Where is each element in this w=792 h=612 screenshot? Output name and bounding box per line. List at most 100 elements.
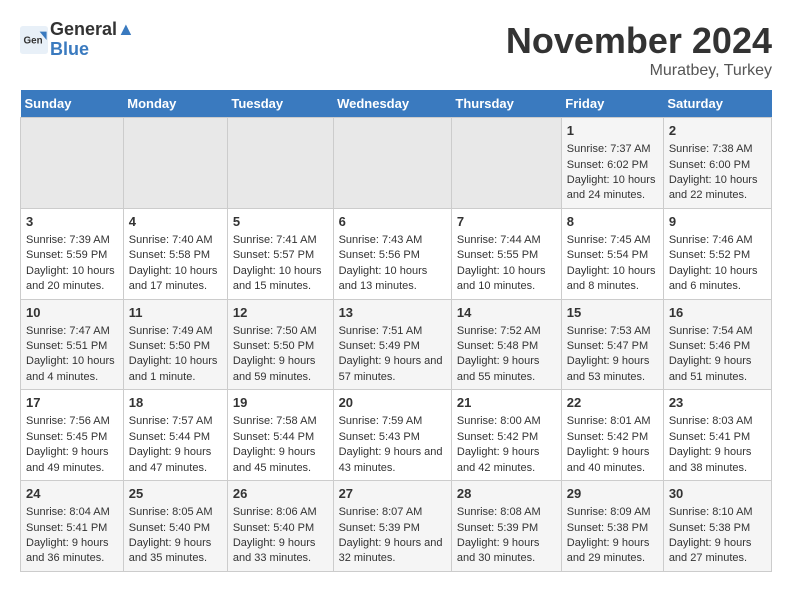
day-info: Sunset: 5:52 PM <box>669 248 766 263</box>
day-info: Sunrise: 7:39 AM <box>26 233 118 248</box>
col-sunday: Sunday <box>21 90 124 118</box>
day-info: Daylight: 10 hours and 15 minutes. <box>233 264 328 295</box>
day-number: 19 <box>233 394 328 412</box>
title-block: November 2024 Muratbey, Turkey <box>506 20 772 80</box>
day-info: Sunrise: 8:04 AM <box>26 505 118 520</box>
day-number: 2 <box>669 122 766 140</box>
day-info: Daylight: 10 hours and 4 minutes. <box>26 354 118 385</box>
table-row: 5Sunrise: 7:41 AMSunset: 5:57 PMDaylight… <box>227 208 333 299</box>
table-row: 17Sunrise: 7:56 AMSunset: 5:45 PMDayligh… <box>21 390 124 481</box>
day-number: 8 <box>567 213 658 231</box>
day-info: Sunset: 6:02 PM <box>567 158 658 173</box>
day-info: Sunset: 5:40 PM <box>233 521 328 536</box>
day-info: Sunset: 5:59 PM <box>26 248 118 263</box>
table-row: 13Sunrise: 7:51 AMSunset: 5:49 PMDayligh… <box>333 299 451 390</box>
day-info: Sunrise: 8:05 AM <box>129 505 222 520</box>
day-info: Sunset: 5:38 PM <box>567 521 658 536</box>
table-row: 28Sunrise: 8:08 AMSunset: 5:39 PMDayligh… <box>451 481 561 572</box>
day-info: Daylight: 9 hours and 30 minutes. <box>457 536 556 567</box>
day-info: Daylight: 9 hours and 35 minutes. <box>129 536 222 567</box>
table-row: 22Sunrise: 8:01 AMSunset: 5:42 PMDayligh… <box>561 390 663 481</box>
day-info: Daylight: 9 hours and 29 minutes. <box>567 536 658 567</box>
day-info: Daylight: 9 hours and 59 minutes. <box>233 354 328 385</box>
day-info: Sunrise: 7:50 AM <box>233 324 328 339</box>
day-info: Sunrise: 7:49 AM <box>129 324 222 339</box>
table-row: 8Sunrise: 7:45 AMSunset: 5:54 PMDaylight… <box>561 208 663 299</box>
day-info: Daylight: 9 hours and 43 minutes. <box>339 445 446 476</box>
day-info: Daylight: 10 hours and 20 minutes. <box>26 264 118 295</box>
table-row: 15Sunrise: 7:53 AMSunset: 5:47 PMDayligh… <box>561 299 663 390</box>
logo: Gen General▲ Blue <box>20 20 135 60</box>
day-info: Sunrise: 7:37 AM <box>567 142 658 157</box>
day-info: Daylight: 10 hours and 22 minutes. <box>669 173 766 204</box>
day-info: Sunrise: 8:01 AM <box>567 414 658 429</box>
day-number: 23 <box>669 394 766 412</box>
table-row: 14Sunrise: 7:52 AMSunset: 5:48 PMDayligh… <box>451 299 561 390</box>
day-info: Sunset: 5:56 PM <box>339 248 446 263</box>
day-info: Daylight: 9 hours and 40 minutes. <box>567 445 658 476</box>
day-info: Sunrise: 7:58 AM <box>233 414 328 429</box>
day-info: Daylight: 9 hours and 45 minutes. <box>233 445 328 476</box>
col-tuesday: Tuesday <box>227 90 333 118</box>
day-info: Daylight: 9 hours and 49 minutes. <box>26 445 118 476</box>
day-info: Sunrise: 8:06 AM <box>233 505 328 520</box>
day-info: Sunrise: 8:09 AM <box>567 505 658 520</box>
table-row <box>21 118 124 209</box>
day-info: Sunset: 6:00 PM <box>669 158 766 173</box>
col-wednesday: Wednesday <box>333 90 451 118</box>
table-row: 6Sunrise: 7:43 AMSunset: 5:56 PMDaylight… <box>333 208 451 299</box>
table-row: 26Sunrise: 8:06 AMSunset: 5:40 PMDayligh… <box>227 481 333 572</box>
table-row: 21Sunrise: 8:00 AMSunset: 5:42 PMDayligh… <box>451 390 561 481</box>
day-info: Daylight: 10 hours and 8 minutes. <box>567 264 658 295</box>
logo-line2: Blue <box>50 40 135 60</box>
table-row: 18Sunrise: 7:57 AMSunset: 5:44 PMDayligh… <box>123 390 227 481</box>
day-number: 10 <box>26 304 118 322</box>
day-info: Daylight: 10 hours and 13 minutes. <box>339 264 446 295</box>
day-number: 27 <box>339 485 446 503</box>
day-number: 24 <box>26 485 118 503</box>
day-number: 14 <box>457 304 556 322</box>
day-number: 28 <box>457 485 556 503</box>
day-number: 5 <box>233 213 328 231</box>
table-row: 1Sunrise: 7:37 AMSunset: 6:02 PMDaylight… <box>561 118 663 209</box>
day-info: Sunrise: 7:43 AM <box>339 233 446 248</box>
day-number: 13 <box>339 304 446 322</box>
day-number: 15 <box>567 304 658 322</box>
day-info: Daylight: 9 hours and 42 minutes. <box>457 445 556 476</box>
day-info: Sunset: 5:50 PM <box>129 339 222 354</box>
logo-icon: Gen <box>20 26 48 54</box>
day-info: Daylight: 9 hours and 51 minutes. <box>669 354 766 385</box>
table-row: 3Sunrise: 7:39 AMSunset: 5:59 PMDaylight… <box>21 208 124 299</box>
day-info: Daylight: 9 hours and 57 minutes. <box>339 354 446 385</box>
day-info: Daylight: 10 hours and 24 minutes. <box>567 173 658 204</box>
day-info: Sunset: 5:47 PM <box>567 339 658 354</box>
day-info: Sunset: 5:42 PM <box>567 430 658 445</box>
day-info: Sunrise: 7:38 AM <box>669 142 766 157</box>
table-row: 20Sunrise: 7:59 AMSunset: 5:43 PMDayligh… <box>333 390 451 481</box>
day-info: Sunset: 5:46 PM <box>669 339 766 354</box>
day-info: Sunset: 5:42 PM <box>457 430 556 445</box>
table-row: 2 Sunrise: 7:38 AMSunset: 6:00 PMDaylight… <box>663 118 771 209</box>
table-row: 10Sunrise: 7:47 AMSunset: 5:51 PMDayligh… <box>21 299 124 390</box>
day-info: Sunset: 5:40 PM <box>129 521 222 536</box>
table-row: 24Sunrise: 8:04 AMSunset: 5:41 PMDayligh… <box>21 481 124 572</box>
day-number: 29 <box>567 485 658 503</box>
day-number: 30 <box>669 485 766 503</box>
table-row <box>227 118 333 209</box>
table-row: 9Sunrise: 7:46 AMSunset: 5:52 PMDaylight… <box>663 208 771 299</box>
day-number: 20 <box>339 394 446 412</box>
day-info: Daylight: 10 hours and 1 minute. <box>129 354 222 385</box>
day-info: Sunset: 5:41 PM <box>669 430 766 445</box>
svg-text:Gen: Gen <box>24 35 43 46</box>
table-row: 4Sunrise: 7:40 AMSunset: 5:58 PMDaylight… <box>123 208 227 299</box>
day-number: 21 <box>457 394 556 412</box>
col-saturday: Saturday <box>663 90 771 118</box>
day-info: Sunrise: 8:07 AM <box>339 505 446 520</box>
day-info: Sunset: 5:44 PM <box>233 430 328 445</box>
calendar-week-row: 17Sunrise: 7:56 AMSunset: 5:45 PMDayligh… <box>21 390 772 481</box>
calendar-week-row: 10Sunrise: 7:47 AMSunset: 5:51 PMDayligh… <box>21 299 772 390</box>
day-number: 11 <box>129 304 222 322</box>
day-info: Sunrise: 7:59 AM <box>339 414 446 429</box>
day-info: Sunrise: 7:52 AM <box>457 324 556 339</box>
day-info: Sunrise: 7:56 AM <box>26 414 118 429</box>
